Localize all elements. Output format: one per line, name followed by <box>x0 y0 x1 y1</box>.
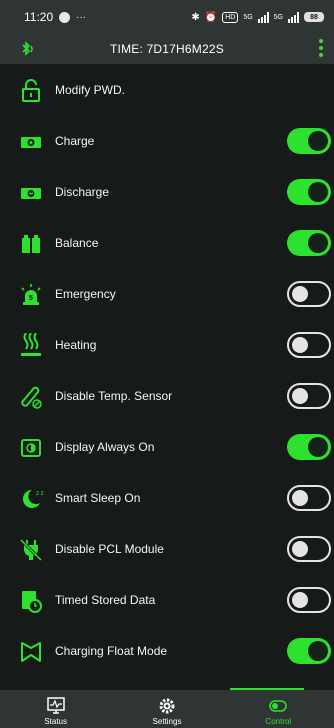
disable-temp-sensor-toggle[interactable] <box>287 383 331 409</box>
battery-charge-icon <box>18 129 44 155</box>
more-notifications-icon: ··· <box>76 11 87 23</box>
battery-discharge-icon <box>18 180 44 206</box>
bluetooth-icon: ✱ <box>191 11 200 23</box>
display-icon <box>18 435 44 461</box>
status-time: 11:20 <box>24 10 54 24</box>
heating-toggle[interactable] <box>287 332 331 358</box>
nav-item-status[interactable]: Status <box>0 690 111 728</box>
setting-label: Balance <box>55 236 99 250</box>
network-label-2: 5G <box>273 13 283 21</box>
app-header: TIME: 7D17H6M22S <box>0 34 334 64</box>
setting-row-charge: Charge <box>0 117 334 168</box>
setting-label: Display Always On <box>55 440 155 454</box>
gear-icon <box>156 696 178 716</box>
timed-data-icon <box>18 588 44 614</box>
session-time-title: TIME: 7D17H6M22S <box>110 42 224 56</box>
alarm-icon: ⏰ <box>204 11 218 23</box>
charge-toggle[interactable] <box>287 128 331 154</box>
setting-row-disable-temp-sensor: Disable Temp. Sensor <box>0 372 334 423</box>
setting-label: Disable Temp. Sensor <box>55 389 173 403</box>
balance-icon <box>18 231 44 257</box>
setting-label: Discharge <box>55 185 110 199</box>
network-label-1: 5G <box>243 13 253 21</box>
smart-sleep-toggle[interactable] <box>287 485 331 511</box>
setting-row-emergency: 5 Emergency <box>0 270 334 321</box>
discharge-toggle[interactable] <box>287 179 331 205</box>
battery-icon: 88 <box>304 12 324 22</box>
svg-text:z z: z z <box>36 491 44 497</box>
status-bar: 11:20 ··· ✱ ⏰ HD 5G 5G 88 <box>0 0 334 34</box>
setting-label: Charging Float Mode <box>55 644 168 658</box>
toggle-icon <box>267 696 289 716</box>
setting-row-balance: Balance <box>0 219 334 270</box>
notification-app-icon <box>59 11 71 23</box>
svg-text:5: 5 <box>29 295 33 302</box>
charging-float-mode-toggle[interactable] <box>287 638 331 664</box>
setting-row-disable-pcl-module: Disable PCL Module <box>0 525 334 576</box>
setting-row-heating: Heating <box>0 321 334 372</box>
timed-stored-data-toggle[interactable] <box>287 587 331 613</box>
nav-label: Status <box>44 717 67 726</box>
setting-label: Timed Stored Data <box>55 593 156 607</box>
emergency-toggle[interactable] <box>287 281 331 307</box>
setting-row-timed-stored-data: Timed Stored Data <box>0 576 334 627</box>
setting-label: Disable PCL Module <box>55 542 164 556</box>
setting-label: Smart Sleep On <box>55 491 141 505</box>
emergency-light-icon: 5 <box>18 282 44 308</box>
nav-item-settings[interactable]: Settings <box>111 690 222 728</box>
nav-label: Control <box>265 717 292 726</box>
plug-off-icon <box>18 537 44 563</box>
setting-label: Heating <box>55 338 97 352</box>
nav-label: Settings <box>152 717 182 726</box>
lock-icon <box>18 78 44 104</box>
bottom-navigation: Status Settings Control <box>0 690 334 728</box>
more-menu-icon[interactable] <box>318 39 324 57</box>
signal-icon-2 <box>288 11 299 23</box>
setting-row-charging-float-mode: Charging Float Mode <box>0 627 334 678</box>
setting-row-modify-pwd[interactable]: Modify PWD. <box>0 66 334 117</box>
nav-item-control[interactable]: Control <box>223 690 334 728</box>
balance-toggle[interactable] <box>287 230 331 256</box>
setting-label: Modify PWD. <box>55 83 126 97</box>
moon-sleep-icon: z z <box>18 486 44 512</box>
hd-badge: HD <box>222 11 239 23</box>
flag-icon <box>18 639 44 665</box>
disable-pcl-module-toggle[interactable] <box>287 536 331 562</box>
setting-row-smart-sleep-on: z z Smart Sleep On <box>0 474 334 525</box>
thermometer-off-icon <box>18 384 44 410</box>
heating-icon <box>18 332 44 359</box>
display-always-on-toggle[interactable] <box>287 434 331 460</box>
control-settings-list: Modify PWD. Charge Discharge Balance 5 E… <box>0 66 334 678</box>
setting-row-display-always-on: Display Always On <box>0 423 334 474</box>
setting-label: Emergency <box>55 287 116 301</box>
setting-label: Charge <box>55 134 95 148</box>
signal-icon-1 <box>257 11 269 23</box>
status-monitor-icon <box>45 696 67 716</box>
setting-row-discharge: Discharge <box>0 168 334 219</box>
